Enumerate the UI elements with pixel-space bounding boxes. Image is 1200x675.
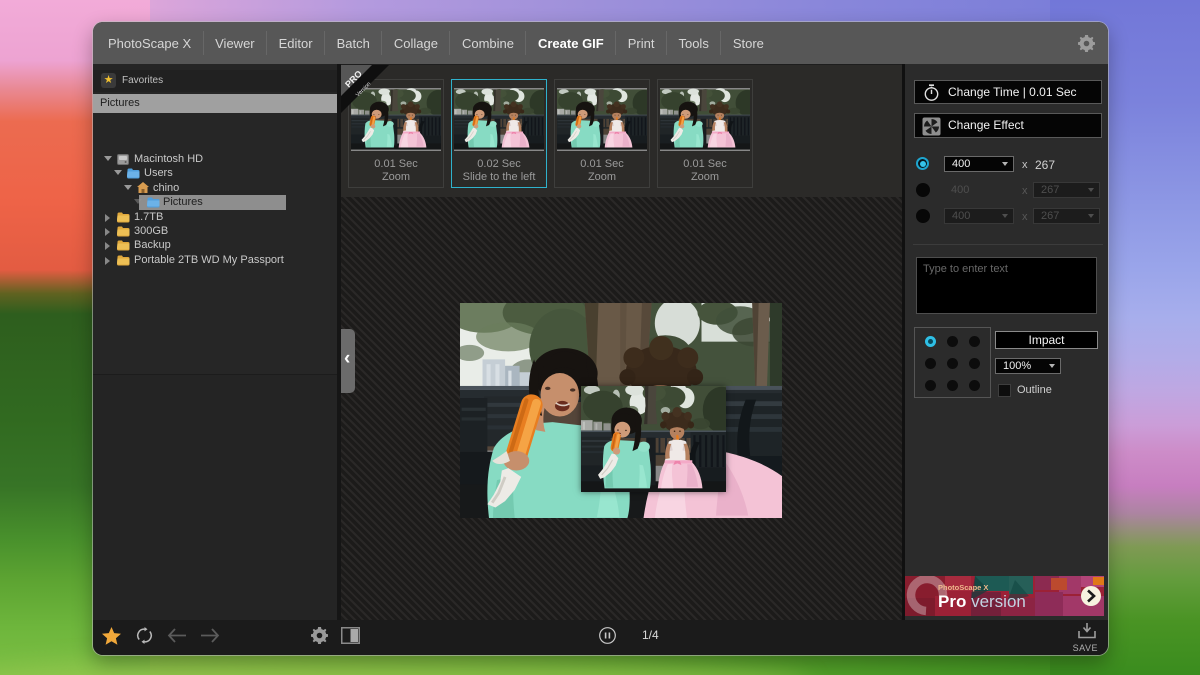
svg-text:PhotoScape X: PhotoScape X <box>938 583 988 592</box>
svg-text:Pro version: Pro version <box>938 592 1026 611</box>
